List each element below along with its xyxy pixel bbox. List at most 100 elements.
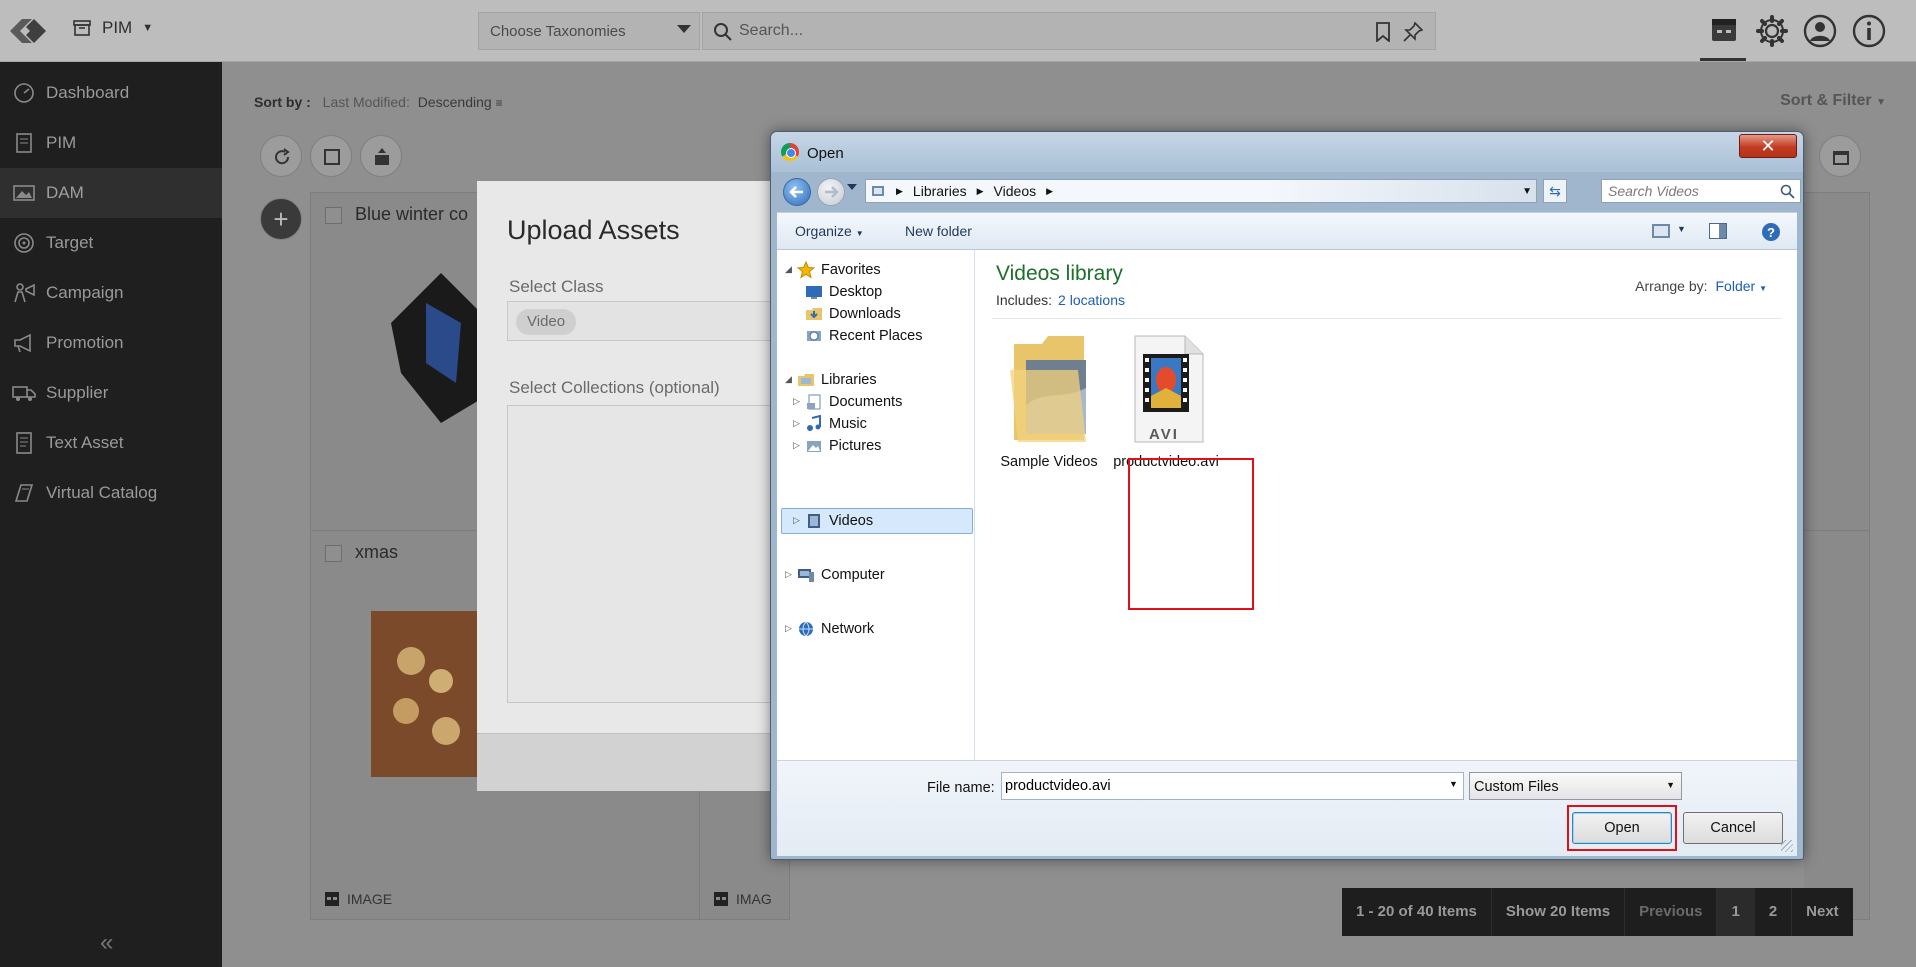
card-checkbox[interactable]: [325, 207, 342, 224]
collapsed-arrow-icon[interactable]: ▷: [793, 515, 800, 526]
sort-order[interactable]: Descending: [418, 94, 492, 110]
collapsed-arrow-icon[interactable]: ▷: [785, 623, 792, 634]
top-bar: PIM ▼ Choose Taxonomies: [0, 0, 1916, 62]
new-folder-button[interactable]: New folder: [905, 223, 972, 239]
file-name: Sample Videos: [1000, 454, 1098, 470]
tree-pictures[interactable]: Pictures: [805, 434, 881, 458]
search-input[interactable]: [739, 19, 1339, 43]
previous-page-button[interactable]: Previous: [1625, 888, 1718, 936]
back-button[interactable]: [783, 178, 811, 206]
dialog-titlebar[interactable]: Open ✕: [771, 132, 1803, 172]
collapsed-arrow-icon[interactable]: ▷: [793, 440, 800, 451]
card-type-label: IMAGE: [347, 891, 393, 907]
add-asset-button[interactable]: +: [260, 198, 302, 240]
select-all-button[interactable]: [310, 135, 352, 177]
view-options-icon[interactable]: [1652, 224, 1670, 238]
asset-card[interactable]: [1804, 192, 1870, 572]
search-icon[interactable]: [1780, 184, 1795, 199]
expanded-arrow-icon[interactable]: ◢: [785, 374, 792, 385]
arrange-by-select[interactable]: Folder ▼: [1716, 278, 1768, 294]
tree-computer[interactable]: Computer: [797, 563, 885, 587]
tree-music[interactable]: Music: [805, 412, 867, 436]
close-button[interactable]: ✕: [1739, 134, 1797, 158]
calendar-view-button[interactable]: [1819, 135, 1861, 177]
help-icon[interactable]: ?: [1761, 222, 1781, 242]
bookmark-icon[interactable]: [1375, 22, 1391, 42]
tree-videos[interactable]: Videos: [805, 509, 873, 533]
refresh-button[interactable]: [260, 135, 302, 177]
address-dropdown-icon[interactable]: ▼: [1522, 186, 1532, 197]
refresh-address-icon[interactable]: ⇆: [1543, 179, 1567, 203]
chevron-down-icon: ▼: [1449, 779, 1458, 789]
sidebar-item-promotion[interactable]: Promotion: [0, 318, 222, 368]
sort-label: Sort by :: [254, 94, 311, 110]
sort-bar[interactable]: Sort by : Last Modified: Descending ≡: [254, 94, 503, 110]
collapsed-arrow-icon[interactable]: ▷: [785, 569, 792, 580]
sidebar-item-supplier[interactable]: Supplier: [0, 368, 222, 418]
class-select[interactable]: Video: [507, 301, 807, 341]
file-item-sample-videos[interactable]: Sample Videos: [994, 330, 1104, 470]
file-type-select[interactable]: Custom Files ▼: [1469, 772, 1682, 800]
sidebar-item-dam[interactable]: DAM: [0, 168, 222, 218]
includes-label: Includes:: [996, 292, 1053, 308]
sidebar-item-virtual-catalog[interactable]: Virtual Catalog: [0, 468, 222, 518]
class-chip[interactable]: Video: [516, 309, 577, 335]
resize-grip[interactable]: [1781, 840, 1793, 852]
address-bar[interactable]: ▶ Libraries ▶ Videos ▶ ▼: [865, 179, 1537, 203]
arrange-label: Arrange by:: [1635, 278, 1708, 294]
file-name-dropdown[interactable]: ▼: [1444, 772, 1464, 800]
library-icon: [798, 374, 814, 386]
page-size-select[interactable]: Show 20 Items: [1492, 888, 1626, 936]
sidebar-item-pim[interactable]: PIM: [0, 118, 222, 168]
sidebar-item-campaign[interactable]: Campaign: [0, 268, 222, 318]
svg-text:?: ?: [1767, 225, 1775, 240]
app-switcher[interactable]: PIM ▼: [72, 18, 153, 38]
locations-link[interactable]: 2 locations: [1058, 292, 1125, 308]
card-checkbox[interactable]: [325, 545, 342, 562]
tree-desktop[interactable]: Desktop: [805, 280, 882, 304]
image-icon: [13, 185, 35, 201]
gear-icon[interactable]: [1754, 13, 1790, 49]
asset-card[interactable]: [1804, 530, 1870, 920]
computer-icon: [798, 569, 814, 582]
file-item-productvideo[interactable]: AVI productvideo.avi: [1111, 330, 1221, 470]
library-title: Videos library: [996, 262, 1123, 285]
tree-libraries[interactable]: Libraries: [797, 368, 877, 392]
info-icon[interactable]: [1851, 13, 1887, 49]
chevron-down-icon[interactable]: ▼: [1677, 224, 1686, 234]
collapsed-arrow-icon[interactable]: ▷: [793, 418, 800, 429]
sidebar-item-dashboard[interactable]: Dashboard: [0, 68, 222, 118]
collections-select[interactable]: [507, 405, 807, 703]
organize-menu[interactable]: Organize ▼: [795, 223, 864, 239]
tree-downloads[interactable]: Downloads: [805, 302, 901, 326]
recent-locations-dropdown[interactable]: [847, 184, 857, 190]
expanded-arrow-icon[interactable]: ◢: [785, 264, 792, 275]
user-profile-icon[interactable]: [1802, 13, 1838, 49]
store-icon[interactable]: [1706, 13, 1742, 49]
export-button[interactable]: [360, 135, 402, 177]
tree-documents[interactable]: Documents: [805, 390, 902, 414]
sort-filter-toggle[interactable]: Sort & Filter ▼: [1780, 92, 1886, 110]
taxonomy-select[interactable]: Choose Taxonomies: [478, 12, 700, 50]
logo-icon[interactable]: [6, 12, 50, 50]
sidebar-item-text-asset[interactable]: Text Asset: [0, 418, 222, 468]
page-1-button[interactable]: 1: [1717, 888, 1755, 936]
collapse-sidebar-icon[interactable]: «: [100, 929, 113, 957]
tree-favorites[interactable]: Favorites: [797, 258, 881, 282]
page-2-button[interactable]: 2: [1755, 888, 1793, 936]
breadcrumb-libraries[interactable]: Libraries: [913, 183, 967, 199]
forward-button[interactable]: [817, 178, 845, 206]
tree-recent-places[interactable]: Recent Places: [805, 324, 923, 348]
next-page-button[interactable]: Next: [1792, 888, 1853, 936]
tree-network[interactable]: Network: [797, 617, 874, 641]
file-name-input[interactable]: [1001, 772, 1464, 800]
collapsed-arrow-icon[interactable]: ▷: [793, 396, 800, 407]
preview-pane-icon[interactable]: [1709, 223, 1727, 239]
sidebar-item-target[interactable]: Target: [0, 218, 222, 268]
search-videos-input[interactable]: [1608, 182, 1768, 200]
pin-icon[interactable]: [1403, 22, 1423, 42]
open-button[interactable]: Open: [1572, 812, 1672, 844]
breadcrumb-videos[interactable]: Videos: [994, 183, 1037, 199]
cancel-button[interactable]: Cancel: [1683, 812, 1783, 844]
chevron-down-icon: [677, 25, 691, 33]
